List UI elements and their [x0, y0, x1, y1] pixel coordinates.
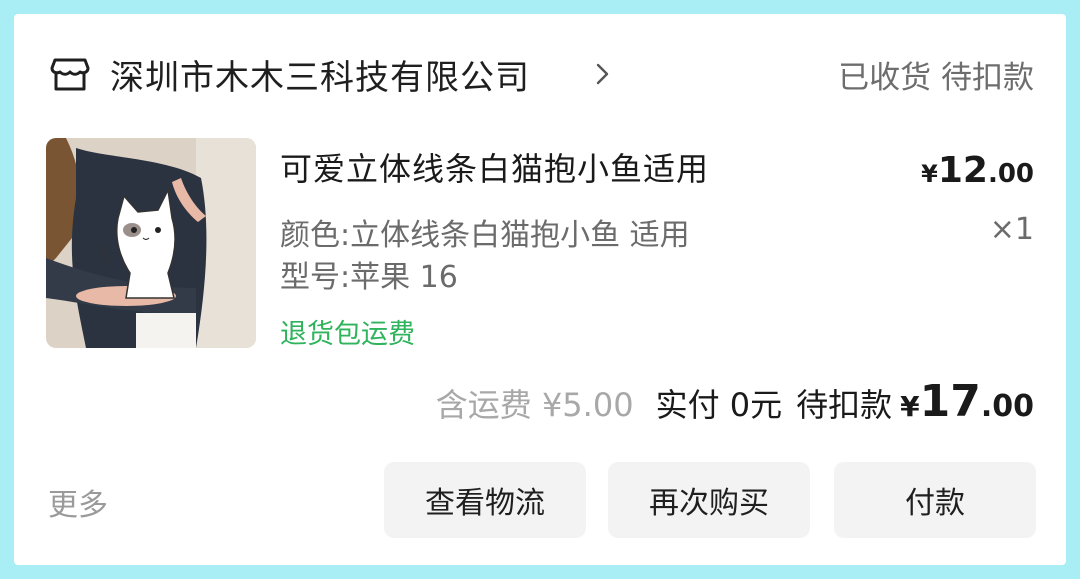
view-logistics-button[interactable]: 查看物流: [384, 462, 586, 538]
product-quantity: ×1: [989, 212, 1034, 247]
store-name[interactable]: 深圳市木木三科技有限公司: [110, 50, 530, 99]
return-shipping-tag: 退货包运费: [280, 319, 415, 350]
store-icon: [50, 58, 90, 91]
order-summary: 含运费 ¥5.00 实付 0元 待扣款 ¥17.00: [436, 376, 1034, 427]
order-card[interactable]: 深圳市木木三科技有限公司 已收货 待扣款 可爱立体线条白猫抱小鱼适用 ¥12.0…: [14, 14, 1066, 565]
total-integer: 17: [919, 376, 981, 427]
product-thumbnail[interactable]: [46, 138, 256, 348]
product-spec-color: 颜色:立体线条白猫抱小鱼 适用: [280, 218, 690, 253]
total-decimal: .00: [980, 389, 1034, 424]
paid-amount: 实付 0元: [655, 386, 783, 424]
total-amount: ¥17.00: [900, 376, 1034, 427]
product-spec-model: 型号:苹果 16: [280, 260, 458, 295]
more-button[interactable]: 更多: [48, 480, 108, 524]
order-status: 已收货 待扣款: [838, 60, 1034, 96]
shipping-fee: 含运费 ¥5.00: [435, 386, 634, 424]
product-title[interactable]: 可爱立体线条白猫抱小鱼适用: [280, 144, 709, 190]
total-symbol: ¥: [900, 390, 920, 423]
pay-button[interactable]: 付款: [834, 462, 1036, 538]
price-symbol: ¥: [921, 160, 938, 188]
chevron-right-icon[interactable]: [594, 62, 612, 86]
buy-again-button[interactable]: 再次购买: [608, 462, 810, 538]
pending-label: 待扣款: [796, 386, 893, 424]
price-decimal: .00: [987, 159, 1034, 189]
product-price: ¥12.00: [921, 150, 1034, 191]
price-integer: 12: [937, 150, 988, 191]
